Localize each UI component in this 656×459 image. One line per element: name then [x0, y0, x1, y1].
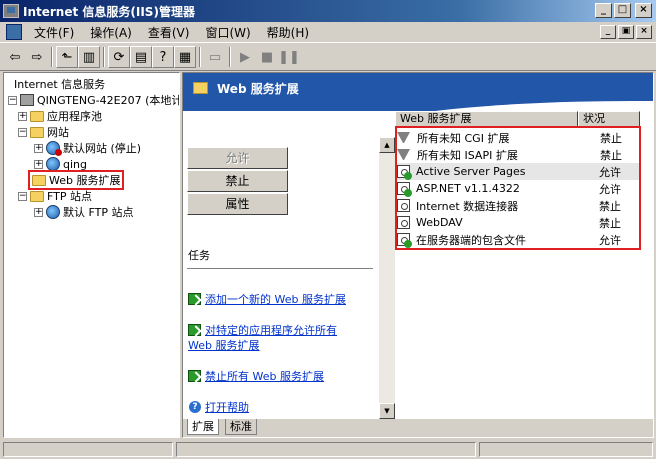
help-icon[interactable]: ? — [152, 46, 174, 68]
tree-root-label: Internet 信息服务 — [14, 78, 106, 91]
server-icon — [20, 94, 34, 106]
mdi-close-button[interactable]: × — [636, 25, 652, 39]
play-icon[interactable]: ▶ — [234, 46, 256, 68]
add-extension-link[interactable]: 添加一个新的 Web 服务扩展 — [205, 293, 346, 307]
tree-default-site[interactable]: + 默认网站 (停止) — [34, 140, 141, 156]
tree-app-pools-label: 应用程序池 — [47, 110, 102, 123]
folder-icon — [32, 174, 46, 186]
menu-help[interactable]: 帮助(H) — [259, 24, 317, 41]
extensions-list[interactable]: Web 服务扩展 状况 所有未知 CGI 扩展 禁止 所有未知 ISAPI 扩展… — [395, 111, 653, 419]
folder-icon — [30, 110, 44, 122]
folder-icon — [30, 190, 44, 202]
expand-toggle-icon[interactable]: + — [34, 159, 43, 169]
tree-default-ftp-label: 默认 FTP 站点 — [63, 206, 134, 219]
up-folder-icon[interactable]: ⬑ — [56, 46, 78, 68]
menu-window[interactable]: 窗口(W) — [197, 24, 258, 41]
open-help-link[interactable]: 打开帮助 — [205, 401, 249, 415]
status-cell — [176, 442, 476, 457]
status-bar — [0, 440, 656, 459]
stop-icon[interactable]: ■ — [256, 46, 278, 68]
computer-icon[interactable]: ▭ — [204, 46, 226, 68]
iis-app-icon — [3, 4, 19, 18]
add-task-icon — [188, 293, 201, 305]
mmc-doc-icon[interactable] — [6, 24, 22, 40]
status-cell — [479, 442, 653, 457]
status-cell — [3, 442, 173, 457]
column-header-name[interactable]: Web 服务扩展 — [395, 111, 578, 127]
menu-view[interactable]: 查看(V) — [140, 24, 198, 41]
tree-ftp-sites-label: FTP 站点 — [47, 190, 92, 203]
tree-web-ext[interactable]: Web 服务扩展 — [28, 170, 125, 190]
website-stopped-icon — [46, 141, 62, 156]
tree-server-label: QINGTENG-42E207 (本地计算 — [37, 94, 180, 107]
tab-extended[interactable]: 扩展 — [187, 419, 219, 435]
tree-websites[interactable]: − 网站 — [18, 124, 69, 140]
show-hide-tree-icon[interactable]: ▥ — [78, 46, 100, 68]
minimize-button[interactable]: _ — [595, 3, 612, 18]
tree-default-site-label: 默认网站 (停止) — [63, 142, 142, 155]
expand-toggle-icon[interactable]: + — [34, 207, 43, 217]
help-icon: ? — [189, 401, 201, 413]
deny-button[interactable]: 禁止 — [187, 170, 288, 192]
maximize-button[interactable]: □ — [614, 3, 631, 18]
tree-server[interactable]: − QINGTENG-42E207 (本地计算 — [8, 92, 180, 108]
title-bar: Internet 信息服务(IIS)管理器 _ □ × — [0, 0, 656, 22]
allow-task-icon — [188, 324, 201, 336]
view-tabs: 扩展 标准 — [183, 419, 653, 437]
tree-qing-site-label: qing — [63, 157, 87, 171]
tab-standard[interactable]: 标准 — [225, 419, 257, 435]
tree-app-pools[interactable]: + 应用程序池 — [18, 108, 102, 124]
mdi-restore-button[interactable]: ▣ — [618, 25, 634, 39]
tasks-heading: 任务 — [188, 249, 210, 262]
panel-title: Web 服务扩展 — [217, 82, 299, 96]
window-title: Internet 信息服务(IIS)管理器 — [23, 4, 195, 19]
export-list-icon[interactable]: ▤ — [130, 46, 152, 68]
forward-arrow-icon[interactable]: ⇨ — [26, 46, 48, 68]
folder-icon — [30, 126, 44, 138]
tasks-scrollbar[interactable]: ▲ ▼ — [379, 137, 395, 419]
tree-websites-label: 网站 — [47, 126, 69, 139]
tree-root[interactable]: Internet 信息服务 — [14, 76, 105, 92]
collapse-toggle-icon[interactable]: − — [8, 95, 17, 105]
properties-icon[interactable]: ▦ — [174, 46, 196, 68]
properties-button[interactable]: 属性 — [187, 193, 288, 215]
ftp-site-icon — [46, 205, 60, 219]
column-header-status[interactable]: 状况 — [578, 111, 640, 127]
scroll-up-icon[interactable]: ▲ — [379, 137, 395, 153]
folder-icon — [193, 82, 208, 94]
back-arrow-icon[interactable]: ⇦ — [4, 46, 26, 68]
tree-pane[interactable]: Internet 信息服务 − QINGTENG-42E207 (本地计算 + … — [3, 72, 180, 438]
expand-toggle-icon[interactable]: + — [34, 143, 43, 153]
tree-web-ext-label: Web 服务扩展 — [49, 174, 121, 187]
deny-all-link[interactable]: 禁止所有 Web 服务扩展 — [205, 370, 324, 384]
highlight-box — [395, 126, 641, 250]
pause-icon[interactable]: ❚❚ — [278, 46, 300, 68]
mdi-minimize-button[interactable]: _ — [600, 25, 616, 39]
website-icon — [46, 157, 60, 171]
allow-app-link-line1[interactable]: 对特定的应用程序允许所有 — [205, 324, 337, 338]
menu-file[interactable]: 文件(F) — [26, 24, 82, 41]
toolbar: ⇦ ⇨ ⬑ ▥ ⟳ ▤ ? ▦ ▭ ▶ ■ ❚❚ — [0, 44, 656, 71]
deny-task-icon — [188, 370, 201, 382]
expand-toggle-icon[interactable]: + — [18, 111, 27, 121]
tree-default-ftp[interactable]: + 默认 FTP 站点 — [34, 204, 133, 220]
menu-action[interactable]: 操作(A) — [82, 24, 140, 41]
details-pane: Web 服务扩展 允许 禁止 属性 任务 添加一个新的 Web 服务扩展 对特定… — [182, 72, 654, 438]
collapse-toggle-icon[interactable]: − — [18, 127, 27, 137]
collapse-toggle-icon[interactable]: − — [18, 191, 27, 201]
tree-ftp-sites[interactable]: − FTP 站点 — [18, 188, 92, 204]
menu-bar: 文件(F) 操作(A) 查看(V) 窗口(W) 帮助(H) _ ▣ × — [0, 22, 656, 43]
allow-button[interactable]: 允许 — [187, 147, 288, 169]
close-button[interactable]: × — [635, 3, 652, 18]
scroll-down-icon[interactable]: ▼ — [379, 403, 395, 419]
refresh-icon[interactable]: ⟳ — [108, 46, 130, 68]
allow-app-link-line2[interactable]: Web 服务扩展 — [188, 339, 259, 353]
